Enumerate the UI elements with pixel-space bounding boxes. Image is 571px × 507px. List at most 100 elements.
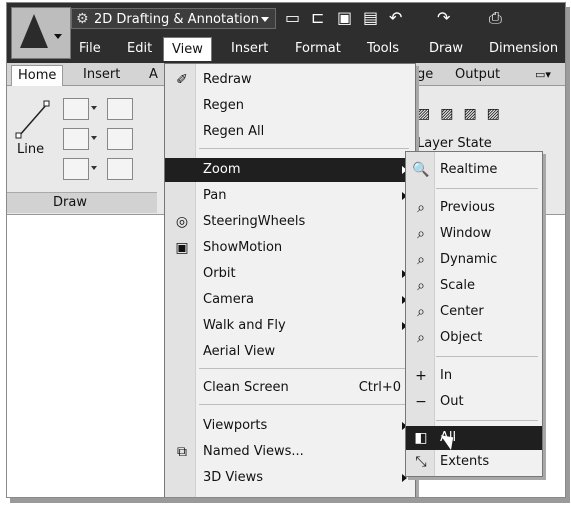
- menu-separator: [436, 420, 538, 421]
- menu-item-redraw[interactable]: ✐ Redraw: [165, 68, 415, 92]
- tab-insert[interactable]: Insert: [77, 65, 126, 85]
- menu-separator: [436, 188, 538, 189]
- zoom-scale-icon: ⌕: [417, 278, 425, 294]
- chevron-down-icon[interactable]: [89, 128, 99, 148]
- menu-separator: [436, 356, 538, 357]
- circle-icon[interactable]: [63, 128, 89, 150]
- menu-format[interactable]: Format: [287, 37, 349, 61]
- menu-draw[interactable]: Draw: [421, 37, 471, 61]
- tab-home[interactable]: Home: [11, 65, 64, 86]
- tab-annotate[interactable]: A: [143, 65, 164, 85]
- menu-insert[interactable]: Insert: [223, 37, 276, 61]
- hatch-icon[interactable]: [107, 158, 133, 180]
- menu-item-label: Walk and Fly: [203, 318, 286, 333]
- zoom-previous-icon: ⌕: [417, 200, 425, 216]
- menu-item-pan[interactable]: Pan: [165, 184, 415, 208]
- menu-item-zoom[interactable]: Zoom: [165, 158, 415, 182]
- menu-item-aerial-view[interactable]: Aerial View: [165, 340, 415, 364]
- menu-item-label: Camera: [203, 292, 255, 307]
- menu-item-label: Dynamic: [440, 252, 498, 267]
- menu-item-label: In: [440, 368, 453, 383]
- menu-separator: [199, 404, 409, 405]
- menu-item-steeringwheels[interactable]: ◎ SteeringWheels: [165, 210, 415, 234]
- menu-dimension[interactable]: Dimension: [481, 37, 565, 61]
- autocad-logo-icon: [20, 14, 48, 48]
- new-file-icon[interactable]: ▭: [285, 8, 300, 28]
- menu-item-label: Redraw: [203, 72, 252, 87]
- menu-item-label: ShowMotion: [203, 240, 283, 255]
- menu-item-walk-and-fly[interactable]: Walk and Fly: [165, 314, 415, 338]
- menu-item-label: Realtime: [440, 162, 498, 177]
- workspace-switcher[interactable]: ⚙ 2D Drafting & Annotation: [71, 8, 276, 29]
- menu-file[interactable]: File: [71, 37, 109, 61]
- zoom-item-in[interactable]: + In: [406, 364, 542, 388]
- menu-item-label: Center: [440, 304, 484, 319]
- zoom-item-center[interactable]: ⌕ Center: [406, 300, 542, 324]
- undo-icon[interactable]: ↶: [389, 8, 402, 28]
- menu-view[interactable]: View: [163, 37, 212, 61]
- line-tool-icon[interactable]: [15, 100, 51, 140]
- save-icon[interactable]: ▣: [337, 8, 352, 28]
- menu-edit[interactable]: Edit: [119, 37, 160, 61]
- menu-item-3d-views[interactable]: 3D Views: [165, 466, 415, 490]
- redraw-icon: ✐: [176, 72, 188, 88]
- zoom-all-icon: ◧: [414, 430, 428, 446]
- view-menu: ✐ Redraw Regen Regen All Zoom Pan ◎ Stee…: [164, 63, 416, 497]
- menu-item-viewports[interactable]: Viewports: [165, 414, 415, 438]
- steering-wheel-icon: ◎: [175, 214, 189, 230]
- tab-output[interactable]: Output: [449, 65, 506, 85]
- layer-tools-icon[interactable]: ▨▨▨▨: [417, 106, 510, 122]
- menu-item-label: Regen: [203, 98, 244, 113]
- redo-icon[interactable]: ↷: [437, 8, 450, 28]
- zoom-in-icon: +: [415, 368, 427, 384]
- chevron-down-icon[interactable]: [89, 98, 99, 118]
- save-as-icon[interactable]: ▤: [363, 8, 378, 28]
- menu-item-label: 3D Views: [203, 470, 264, 485]
- menu-item-regen[interactable]: Regen: [165, 94, 415, 118]
- ribbon-options-icon[interactable]: ▭▾: [529, 65, 557, 85]
- menu-item-clean-screen[interactable]: Clean Screen Ctrl+0: [165, 376, 415, 400]
- menu-item-label: Previous: [440, 200, 495, 215]
- zoom-item-all[interactable]: ◧ All: [406, 426, 542, 450]
- draw-panel-footer[interactable]: Draw: [7, 192, 157, 213]
- zoom-item-window[interactable]: ⌕ Window: [406, 222, 542, 246]
- menu-item-camera[interactable]: Camera: [165, 288, 415, 312]
- menu-item-label: Viewports: [203, 418, 268, 433]
- zoom-item-extents[interactable]: ⤡ Extents: [406, 450, 542, 474]
- zoom-dynamic-icon: ⌕: [417, 252, 425, 268]
- menu-item-named-views[interactable]: ⧉ Named Views...: [165, 440, 415, 464]
- menu-item-label: Named Views...: [203, 444, 304, 459]
- menu-item-label: SteeringWheels: [203, 214, 306, 229]
- menu-tools[interactable]: Tools: [359, 37, 407, 61]
- menu-item-orbit[interactable]: Orbit: [165, 262, 415, 286]
- zoom-item-dynamic[interactable]: ⌕ Dynamic: [406, 248, 542, 272]
- zoom-item-previous[interactable]: ⌕ Previous: [406, 196, 542, 220]
- arc-icon[interactable]: [107, 98, 133, 120]
- menu-item-regen-all[interactable]: Regen All: [165, 120, 415, 144]
- menu-item-label: Clean Screen: [203, 380, 289, 395]
- zoom-item-object[interactable]: ⌕ Object: [406, 326, 542, 350]
- open-folder-icon[interactable]: ⊏: [311, 8, 324, 28]
- zoom-realtime-icon: 🔍: [412, 162, 430, 178]
- zoom-item-realtime[interactable]: 🔍 Realtime: [406, 158, 542, 182]
- zoom-extents-icon: ⤡: [415, 454, 427, 470]
- menu-item-label: Aerial View: [203, 344, 276, 359]
- menu-item-label: Window: [440, 226, 492, 241]
- plot-icon[interactable]: ⎙: [489, 8, 502, 28]
- chevron-down-icon: [261, 17, 269, 22]
- menu-item-label: Orbit: [203, 266, 236, 281]
- zoom-item-scale[interactable]: ⌕ Scale: [406, 274, 542, 298]
- zoom-item-out[interactable]: − Out: [406, 390, 542, 414]
- rectangle-icon[interactable]: [107, 128, 133, 150]
- application-menu-button[interactable]: [11, 7, 71, 59]
- showmotion-icon: ▣: [175, 240, 189, 256]
- autocad-window: ⚙ 2D Drafting & Annotation ▭ ⊏ ▣ ▤ ↶ ↷ ⎙…: [6, 2, 566, 498]
- menu-item-label: Zoom: [203, 162, 241, 177]
- polyline-icon[interactable]: [63, 98, 89, 120]
- menu-item-label: Extents: [440, 454, 490, 469]
- chevron-down-icon[interactable]: [89, 158, 99, 178]
- menu-item-label: Scale: [440, 278, 475, 293]
- ellipse-icon[interactable]: [63, 158, 89, 180]
- named-views-icon: ⧉: [177, 444, 187, 460]
- menu-item-showmotion[interactable]: ▣ ShowMotion: [165, 236, 415, 260]
